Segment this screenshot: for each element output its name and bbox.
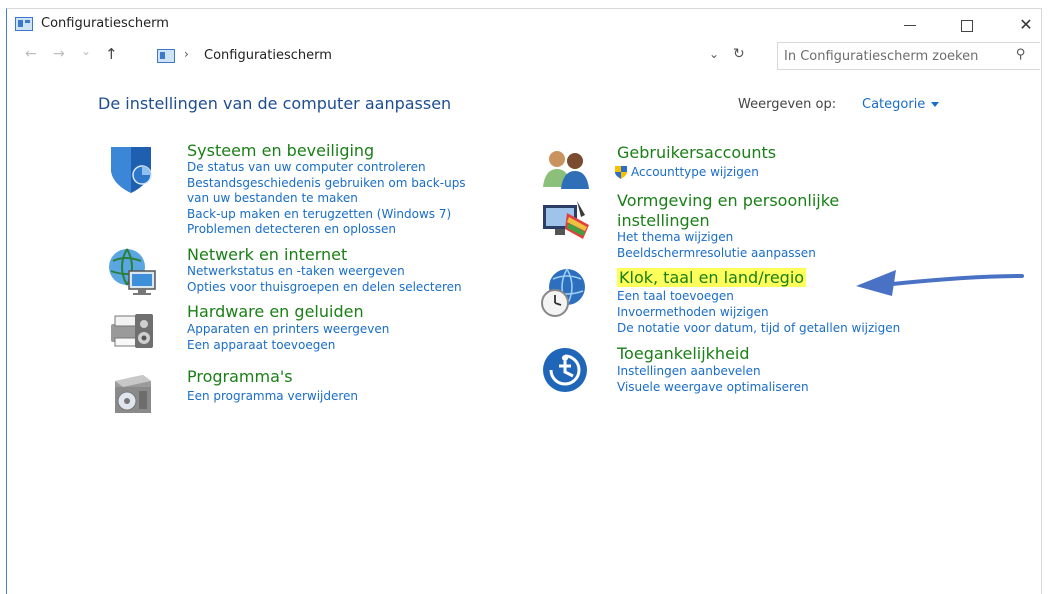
address-dropdown-chevron-icon[interactable]: ⌄: [709, 47, 719, 61]
users-icon[interactable]: [539, 143, 593, 197]
link-network-status[interactable]: Netwerkstatus en -taken weergeven: [187, 264, 405, 278]
back-arrow-icon[interactable]: ←: [25, 46, 37, 62]
link-file-history-cont[interactable]: van uw bestanden te maken: [187, 191, 358, 205]
link-change-account-type[interactable]: Accounttype wijzigen: [631, 165, 759, 179]
shield-icon[interactable]: [105, 141, 159, 195]
link-recommend-settings[interactable]: Instellingen aanbevelen: [617, 364, 761, 378]
maximize-icon: [961, 19, 973, 32]
link-troubleshoot[interactable]: Problemen detecteren en oplossen: [187, 222, 396, 236]
category-title-ease-of-access[interactable]: Toegankelijkheid: [617, 344, 750, 363]
link-devices-printers[interactable]: Apparaten en printers weergeven: [187, 322, 389, 336]
view-by-value: Categorie: [862, 97, 926, 112]
link-add-language[interactable]: Een taal toevoegen: [617, 289, 734, 303]
link-input-methods[interactable]: Invoermethoden wijzigen: [617, 305, 769, 319]
search-icon[interactable]: ⚲: [1016, 47, 1026, 62]
forward-arrow-icon[interactable]: →: [53, 46, 65, 62]
link-change-theme[interactable]: Het thema wijzigen: [617, 230, 733, 244]
address-bar: ← → ⌄ ↑ › Configuratiescherm ⌄ ↻ ⚲: [7, 42, 1041, 70]
category-title-appearance-cont[interactable]: instellingen: [617, 211, 710, 230]
caret-down-icon: [931, 102, 940, 107]
link-optimize-visual-display[interactable]: Visuele weergave optimaliseren: [617, 380, 809, 394]
programs-disc-icon[interactable]: [105, 367, 159, 421]
minimize-button[interactable]: [887, 12, 933, 38]
category-title-hardware-sound[interactable]: Hardware en geluiden: [187, 302, 364, 321]
network-globe-icon[interactable]: [105, 245, 159, 299]
printer-speaker-icon[interactable]: [105, 302, 159, 356]
category-title-system-security[interactable]: Systeem en beveiliging: [187, 141, 374, 160]
category-title-network-internet[interactable]: Netwerk en internet: [187, 245, 347, 264]
annotation-arrow-icon: [856, 270, 1024, 296]
link-file-history[interactable]: Bestandsgeschiedenis gebruiken om back-u…: [187, 176, 466, 190]
control-panel-icon: [15, 17, 33, 31]
breadcrumb-control-panel[interactable]: Configuratiescherm: [204, 48, 332, 63]
control-panel-breadcrumb-icon: [157, 49, 175, 63]
control-panel-window: Configuratiescherm ✕ ← → ⌄ ↑ › Configura…: [6, 8, 1042, 594]
maximize-button[interactable]: [944, 12, 990, 38]
close-button[interactable]: ✕: [1003, 12, 1049, 38]
minimize-icon: [904, 25, 916, 26]
highlight-marker: Klok, taal en land/regio: [617, 268, 807, 287]
link-uninstall-program[interactable]: Een programma verwijderen: [187, 389, 358, 403]
link-backup-restore[interactable]: Back-up maken en terugzetten (Windows 7): [187, 207, 451, 221]
uac-shield-icon: [615, 166, 627, 179]
link-add-device[interactable]: Een apparaat toevoegen: [187, 338, 335, 352]
category-title-user-accounts[interactable]: Gebruikersaccounts: [617, 143, 776, 162]
category-title-appearance[interactable]: Vormgeving en persoonlijke: [617, 191, 839, 210]
link-screen-resolution[interactable]: Beeldschermresolutie aanpassen: [617, 246, 816, 260]
recent-locations-chevron-icon[interactable]: ⌄: [81, 44, 91, 58]
clock-globe-icon[interactable]: [537, 265, 591, 319]
appearance-icon[interactable]: [539, 195, 593, 249]
search-box[interactable]: ⚲: [777, 42, 1040, 70]
up-arrow-icon[interactable]: ↑: [105, 45, 118, 63]
breadcrumb-separator-icon[interactable]: ›: [184, 47, 189, 61]
view-by-dropdown[interactable]: Categorie: [862, 97, 940, 112]
refresh-icon[interactable]: ↻: [733, 46, 745, 62]
link-check-computer-status[interactable]: De status van uw computer controleren: [187, 160, 426, 174]
window-title: Configuratiescherm: [41, 16, 169, 31]
accessibility-icon[interactable]: [539, 344, 593, 398]
link-homegroup-sharing[interactable]: Opties voor thuisgroepen en delen select…: [187, 280, 462, 294]
category-title-programs[interactable]: Programma's: [187, 367, 293, 386]
link-date-time-format[interactable]: De notatie voor datum, tijd of getallen …: [617, 321, 900, 335]
view-by-label: Weergeven op:: [738, 97, 837, 112]
category-title-clock-region[interactable]: Klok, taal en land/regio: [617, 268, 807, 287]
page-title: De instellingen van de computer aanpasse…: [98, 94, 452, 113]
search-input[interactable]: [782, 46, 1006, 66]
title-bar: Configuratiescherm ✕: [7, 9, 1041, 39]
